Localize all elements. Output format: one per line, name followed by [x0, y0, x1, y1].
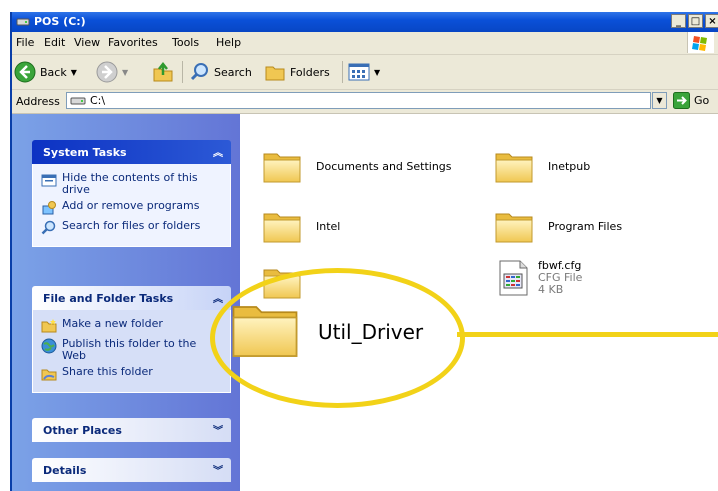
drive-icon [70, 97, 86, 104]
search-icon [190, 63, 208, 81]
system-tasks-body: Hide the contents of this drive Add or r… [32, 164, 231, 247]
back-button[interactable]: Back ▼ [14, 59, 77, 85]
menu-favorites[interactable]: Favorites [108, 36, 158, 49]
folder-label: Intel [316, 219, 341, 233]
explorer-window: POS (C:) _ □ × File Edit View Favorites … [10, 12, 718, 491]
task-publish-to-web[interactable]: Publish this folder to the Web [41, 338, 222, 362]
details-title: Details [43, 464, 87, 477]
go-button[interactable]: Go [673, 92, 709, 109]
address-label: Address [16, 95, 60, 108]
address-bar: Address C:\ ▼ Go [12, 90, 718, 114]
address-value: C:\ [90, 94, 106, 107]
search-icon [41, 220, 56, 235]
toolbar-separator [342, 61, 343, 83]
maximize-button[interactable]: □ [688, 14, 703, 28]
back-label: Back [40, 65, 67, 79]
views-button[interactable]: ▼ [348, 59, 380, 85]
task-pane: System Tasks ︽ Hide the contents of this… [12, 114, 240, 491]
task-label: Share this folder [62, 365, 153, 378]
file-folder-tasks-panel: File and Folder Tasks ︽ Make a new folde… [32, 286, 231, 393]
other-places-title: Other Places [43, 424, 122, 437]
util-driver-folder-icon[interactable] [230, 296, 300, 360]
file-size: 4 KB [538, 283, 564, 296]
folder-label: Documents and Settings [316, 159, 452, 173]
drive-icon [16, 18, 30, 26]
callout-line [457, 332, 718, 337]
collapse-chevron-icon[interactable]: ︽ [213, 144, 223, 159]
menu-file[interactable]: File [16, 36, 34, 49]
file-folder-tasks-header[interactable]: File and Folder Tasks ︽ [32, 286, 231, 310]
details-panel[interactable]: Details ︾ [32, 458, 231, 482]
back-dropdown-icon[interactable]: ▼ [71, 68, 77, 77]
folder-icon [494, 148, 534, 184]
menu-bar: File Edit View Favorites Tools Help [12, 32, 718, 55]
toolbar: Back ▼ ▼ Search Folders ▼ [12, 55, 718, 90]
task-search-files[interactable]: Search for files or folders [41, 220, 222, 236]
search-label: Search [214, 65, 252, 79]
task-make-new-folder[interactable]: Make a new folder [41, 318, 222, 334]
folder-icon [494, 208, 534, 244]
minimize-button[interactable]: _ [671, 14, 686, 28]
folders-icon [265, 66, 285, 81]
expand-chevron-icon[interactable]: ︾ [213, 422, 223, 437]
task-label: Hide the contents of this drive [62, 171, 198, 196]
system-tasks-title: System Tasks [43, 146, 127, 159]
file-folder-tasks-title: File and Folder Tasks [43, 292, 174, 305]
toolbar-separator [182, 61, 183, 83]
other-places-header[interactable]: Other Places ︾ [32, 418, 231, 442]
address-input[interactable]: C:\ [66, 92, 651, 109]
file-folder-tasks-body: Make a new folder Publish this folder to… [32, 310, 231, 393]
folder-icon [262, 148, 302, 184]
system-tasks-header[interactable]: System Tasks ︽ [32, 140, 231, 164]
task-hide-drive-contents[interactable]: Hide the contents of this drive [41, 172, 222, 196]
new-folder-icon [41, 319, 57, 333]
title-bar[interactable]: POS (C:) _ □ × [12, 12, 718, 32]
system-tasks-panel: System Tasks ︽ Hide the contents of this… [32, 140, 231, 247]
menu-view[interactable]: View [74, 36, 100, 49]
publish-web-icon [41, 338, 57, 354]
folder-label: Program Files [548, 219, 623, 233]
forward-dropdown-icon[interactable]: ▼ [122, 68, 128, 77]
go-label: Go [694, 94, 710, 107]
other-places-panel[interactable]: Other Places ︾ [32, 418, 231, 442]
menu-tools[interactable]: Tools [172, 36, 199, 49]
folder-label: Inetpub [548, 159, 591, 173]
expand-chevron-icon[interactable]: ︾ [213, 462, 223, 477]
forward-button[interactable]: ▼ [96, 59, 128, 85]
task-label: Add or remove programs [62, 199, 200, 212]
util-driver-label[interactable]: Util_Driver [318, 320, 423, 344]
windows-logo-icon [687, 32, 714, 53]
forward-arrow-icon [96, 61, 118, 83]
task-label: Publish this folder to the Web [62, 337, 197, 362]
add-remove-programs-icon [42, 201, 56, 215]
hide-contents-icon [41, 174, 57, 187]
folder-program-files[interactable]: Program Files [494, 208, 622, 244]
task-label: Make a new folder [62, 317, 163, 330]
share-folder-icon [41, 369, 57, 381]
views-dropdown-icon[interactable]: ▼ [374, 68, 380, 77]
task-share-folder[interactable]: Share this folder [41, 366, 222, 382]
details-header[interactable]: Details ︾ [32, 458, 231, 482]
task-label: Search for files or folders [62, 219, 201, 232]
cfg-file-icon [499, 260, 528, 296]
menu-help[interactable]: Help [216, 36, 241, 49]
collapse-chevron-icon[interactable]: ︽ [213, 290, 223, 305]
address-dropdown-icon[interactable]: ▼ [652, 92, 667, 109]
task-add-remove-programs[interactable]: Add or remove programs [41, 200, 222, 216]
folders-label: Folders [290, 65, 330, 79]
folder-icon [262, 208, 302, 244]
folder-documents-and-settings[interactable]: Documents and Settings [262, 148, 452, 184]
go-arrow-icon [673, 92, 690, 109]
back-arrow-icon [14, 61, 36, 83]
menu-edit[interactable]: Edit [44, 36, 65, 49]
up-folder-icon [153, 61, 173, 82]
folder-inetpub[interactable]: Inetpub [494, 148, 590, 184]
views-icon [348, 63, 370, 81]
folder-intel[interactable]: Intel [262, 208, 340, 244]
window-title: POS (C:) [34, 15, 86, 28]
search-button[interactable]: Search [190, 59, 252, 85]
close-button[interactable]: × [705, 14, 718, 28]
up-folder-button[interactable] [152, 59, 174, 85]
folders-button[interactable]: Folders [264, 59, 330, 85]
